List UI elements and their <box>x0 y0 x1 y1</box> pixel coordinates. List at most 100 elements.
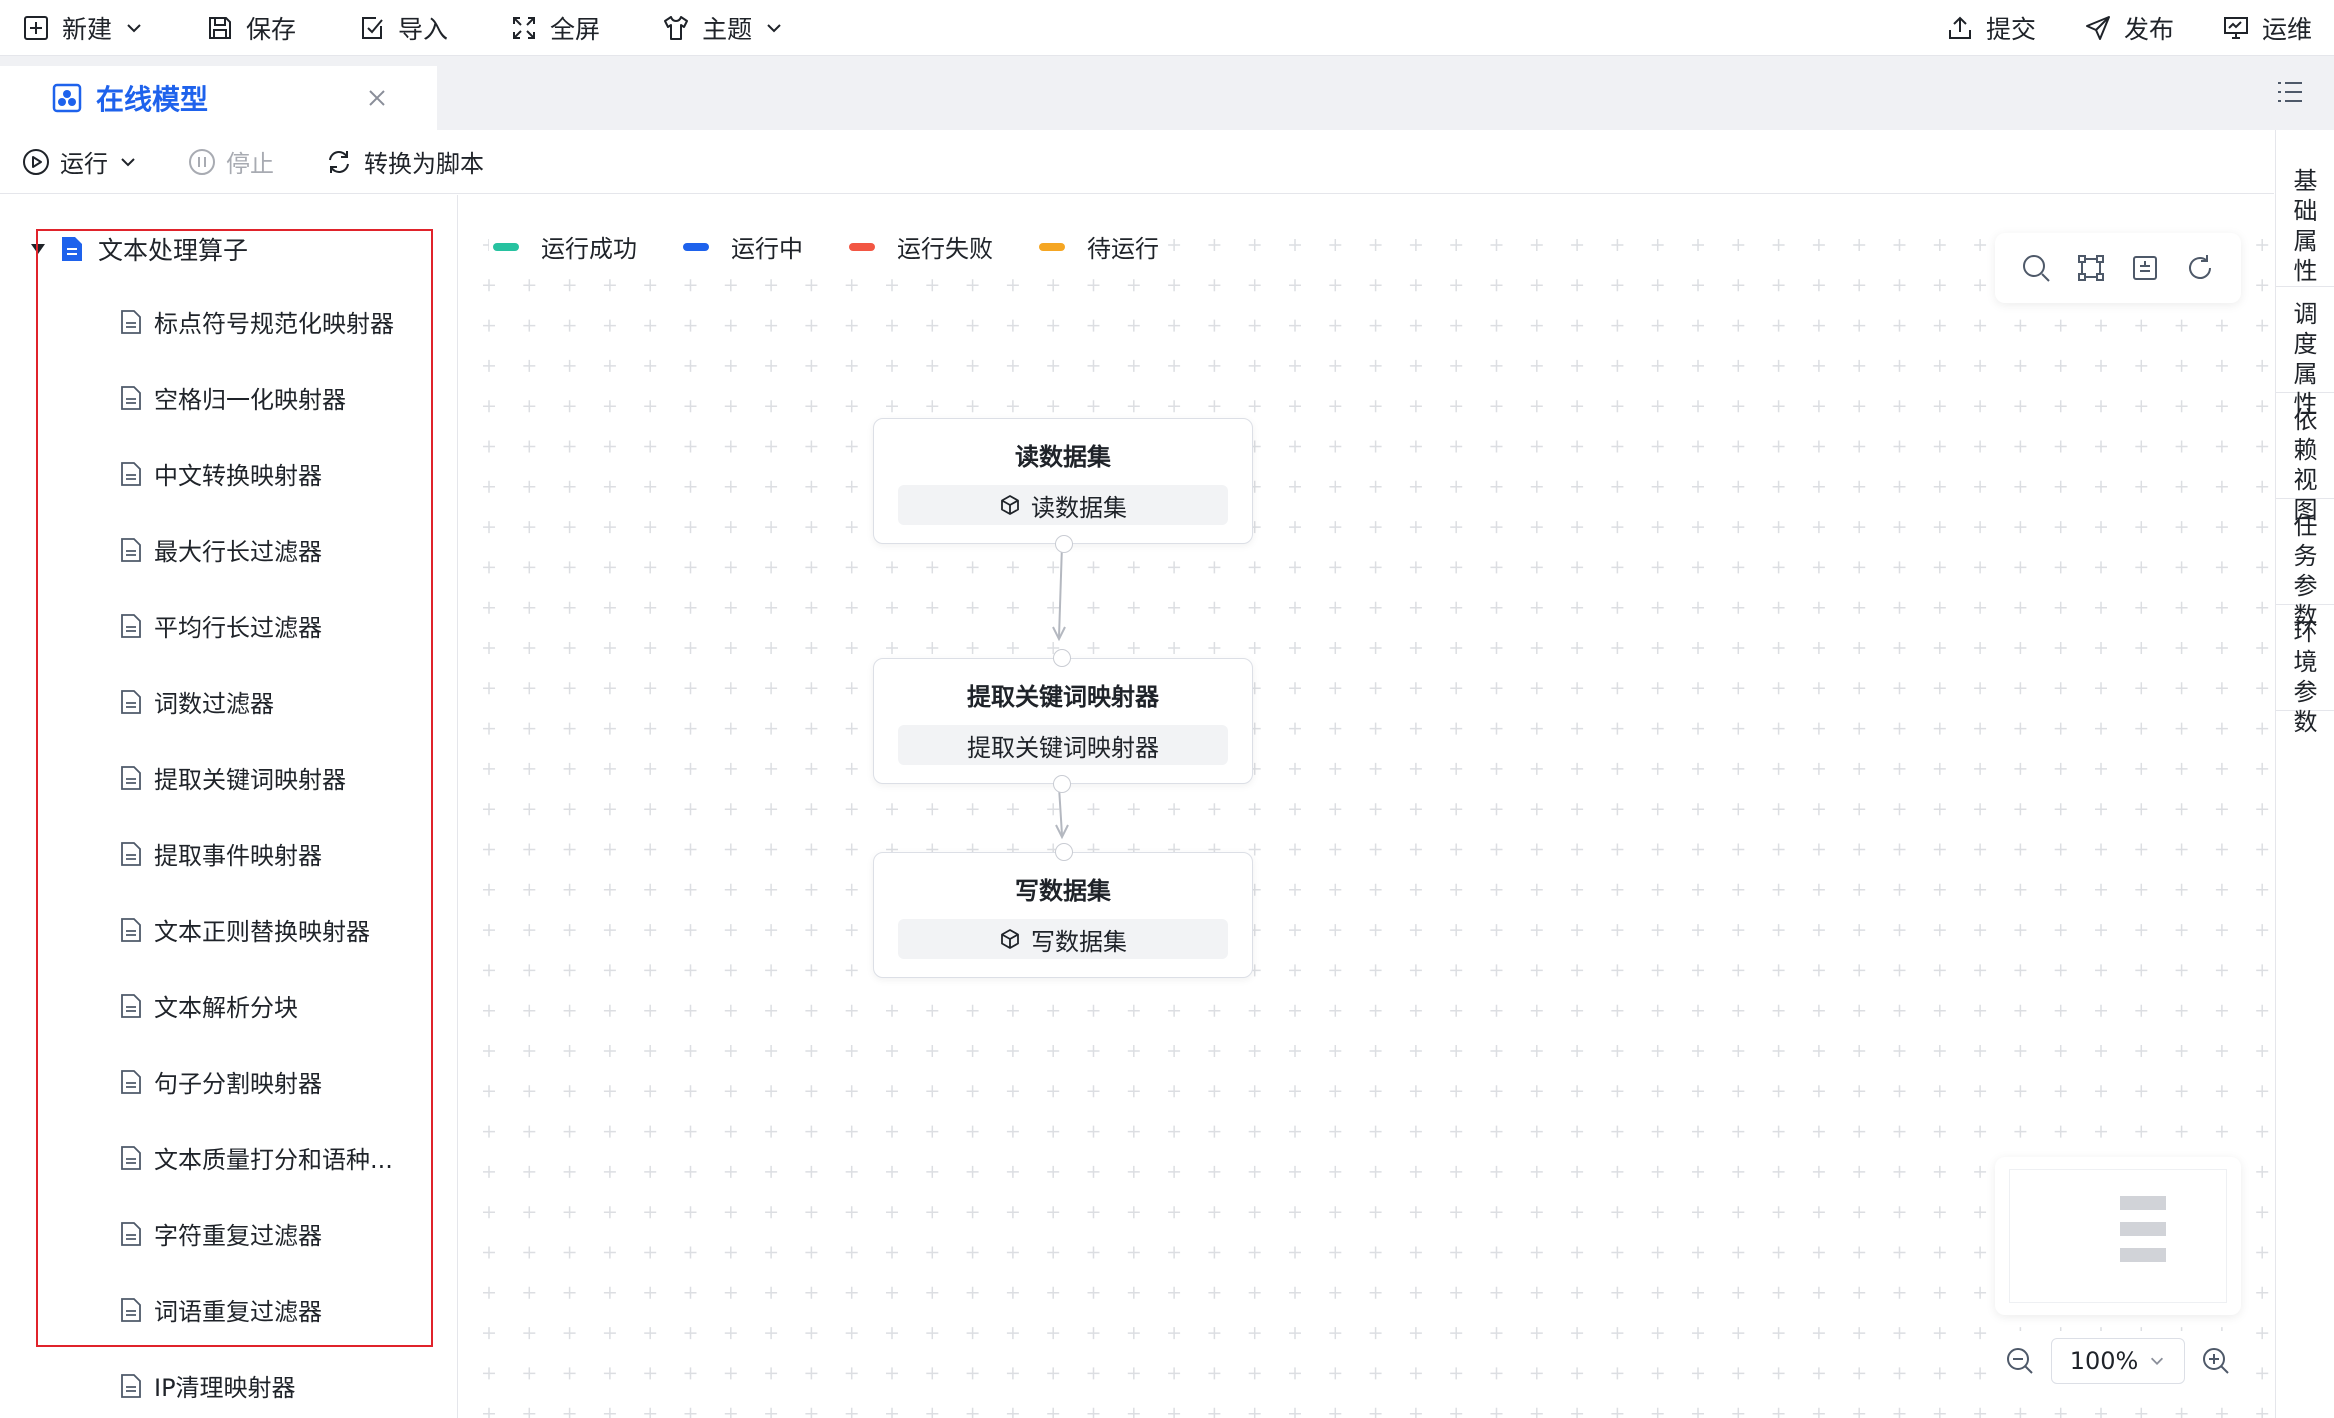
list-menu-icon[interactable] <box>2274 76 2306 108</box>
save-button[interactable]: 保存 <box>206 10 296 46</box>
minimap-viewport <box>2009 1169 2227 1303</box>
tree-item-label: 字符重复过滤器 <box>154 1222 322 1250</box>
tab-label: 在线模型 <box>96 83 209 116</box>
tree-item[interactable]: 词数过滤器 <box>120 684 274 719</box>
side-tab-char: 础 <box>2293 197 2318 225</box>
legend-swatch <box>1039 242 1065 251</box>
new-button[interactable]: 新建 <box>22 10 144 46</box>
legend-item: 运行失败 <box>849 229 993 264</box>
document-icon <box>121 841 141 866</box>
tree-item[interactable]: 中文转换映射器 <box>120 456 322 491</box>
tree-item[interactable]: 标点符号规范化映射器 <box>120 304 394 339</box>
document-icon <box>121 1373 141 1398</box>
tree-item[interactable]: 空格归一化映射器 <box>120 380 346 415</box>
tree-item[interactable]: 提取关键词映射器 <box>120 760 346 795</box>
close-icon[interactable] <box>365 86 389 110</box>
zoom-out-icon[interactable] <box>2005 1346 2035 1376</box>
output-port[interactable] <box>1055 535 1073 553</box>
legend-item: 运行成功 <box>493 229 637 264</box>
tree-item[interactable]: IP清理映射器 <box>120 1368 296 1403</box>
tree-item-label: 平均行长过滤器 <box>154 614 322 642</box>
tree-item-label: 词数过滤器 <box>154 690 274 718</box>
side-tab[interactable]: 基础属性 <box>2276 130 2334 287</box>
flow-canvas[interactable]: 运行成功 运行中 运行失败 待运行 读数据集 读数据集 提取关键词映射器 提取关键词映… <box>459 195 2274 1418</box>
convert-to-script-button[interactable]: 转换为脚本 <box>324 144 484 179</box>
side-tab[interactable]: 环境参数 <box>2276 605 2334 736</box>
tree-item[interactable]: 文本质量打分和语种... <box>120 1140 393 1175</box>
node-title: 写数据集 <box>1015 877 1111 905</box>
document-icon <box>121 765 141 790</box>
tree-item[interactable]: 平均行长过滤器 <box>120 608 322 643</box>
minimap-node <box>2120 1222 2166 1236</box>
tree-item[interactable]: 最大行长过滤器 <box>120 532 322 567</box>
tree-item[interactable]: 提取事件映射器 <box>120 836 322 871</box>
zoom-select[interactable]: 100% <box>2051 1338 2185 1384</box>
tree-item-label: 最大行长过滤器 <box>154 538 322 566</box>
tree-item-label: IP清理映射器 <box>154 1374 296 1402</box>
tab-strip: 在线模型 <box>0 56 2334 130</box>
ops-button[interactable]: 运维 <box>2222 10 2312 46</box>
tree-item[interactable]: 文本正则替换映射器 <box>120 912 370 947</box>
legend-label: 运行成功 <box>541 235 637 263</box>
side-tab-char: 调 <box>2293 300 2318 328</box>
stop-button[interactable]: 停止 <box>188 144 274 179</box>
chevron-down-icon <box>2151 1357 2164 1365</box>
minimap-node <box>2120 1196 2166 1210</box>
side-tab-char: 依 <box>2293 406 2318 434</box>
run-button[interactable]: 运行 <box>22 144 138 179</box>
right-side-panel: 基础属性调度属性依赖视图任务参数环境参数 <box>2275 130 2334 1418</box>
submit-button[interactable]: 提交 <box>1946 10 2036 46</box>
flow-node-extract-keyword[interactable]: 提取关键词映射器 提取关键词映射器 <box>873 649 1253 793</box>
legend-item: 待运行 <box>1039 229 1159 264</box>
tree-item[interactable]: 字符重复过滤器 <box>120 1216 322 1251</box>
search-icon[interactable] <box>2020 252 2052 284</box>
flow-node-write-dataset[interactable]: 写数据集 写数据集 <box>873 843 1253 978</box>
side-tab[interactable]: 调度属性 <box>2276 287 2334 418</box>
top-toolbar: 新建 保存 导入 全屏 主题 提交 发布 运维 <box>0 0 2334 56</box>
side-tab-char: 视 <box>2293 466 2318 494</box>
node-chip-label: 提取关键词映射器 <box>967 733 1159 762</box>
tab-online-model[interactable]: 在线模型 <box>0 66 437 130</box>
zoom-in-icon[interactable] <box>2201 1346 2231 1376</box>
input-port[interactable] <box>1053 649 1071 667</box>
side-tab-char: 参 <box>2293 678 2318 706</box>
refresh-icon[interactable] <box>2184 252 2216 284</box>
minimap[interactable] <box>1995 1157 2241 1315</box>
cube-icon <box>1001 495 1019 515</box>
theme-button[interactable]: 主题 <box>662 10 784 46</box>
auto-layout-icon[interactable] <box>2129 252 2161 284</box>
import-button[interactable]: 导入 <box>358 10 448 46</box>
tree-item-label: 提取关键词映射器 <box>154 766 346 794</box>
flow-node-read-dataset[interactable]: 读数据集 读数据集 <box>873 418 1253 553</box>
tree-item-label: 空格归一化映射器 <box>154 386 346 414</box>
document-icon <box>121 993 141 1018</box>
run-button-label: 运行 <box>60 150 108 178</box>
tree-root-text-processing[interactable]: 文本处理算子 <box>30 231 248 267</box>
chevron-down-icon <box>127 23 141 32</box>
tree-item-label: 文本质量打分和语种... <box>154 1146 393 1174</box>
caret-down-icon <box>31 244 45 254</box>
document-icon <box>121 385 141 410</box>
side-tab-char: 性 <box>2293 257 2318 285</box>
tree-item-label: 文本解析分块 <box>154 994 298 1022</box>
side-tab[interactable]: 依赖视图 <box>2276 393 2334 524</box>
fullscreen-button[interactable]: 全屏 <box>510 10 600 46</box>
document-icon <box>121 1145 141 1170</box>
tree-item[interactable]: 文本解析分块 <box>120 988 298 1023</box>
tree-item[interactable]: 句子分割映射器 <box>120 1064 322 1099</box>
zoom-value: 100% <box>2069 1347 2139 1375</box>
document-icon <box>121 1069 141 1094</box>
input-port[interactable] <box>1055 843 1073 861</box>
document-icon <box>121 917 141 942</box>
tree-item[interactable]: 词语重复过滤器 <box>120 1292 322 1327</box>
node-chip: 读数据集 <box>898 485 1228 525</box>
publish-button[interactable]: 发布 <box>2084 10 2174 46</box>
legend-item: 运行中 <box>683 229 803 264</box>
output-port[interactable] <box>1053 775 1071 793</box>
side-tab[interactable]: 任务参数 <box>2276 499 2334 630</box>
new-button-label: 新建 <box>62 14 113 44</box>
convert-icon <box>329 150 349 173</box>
operator-tree-panel: 文本处理算子 标点符号规范化映射器空格归一化映射器中文转换映射器最大行长过滤器平… <box>0 195 458 1418</box>
document-icon <box>121 461 141 486</box>
fit-view-icon[interactable] <box>2075 252 2107 284</box>
